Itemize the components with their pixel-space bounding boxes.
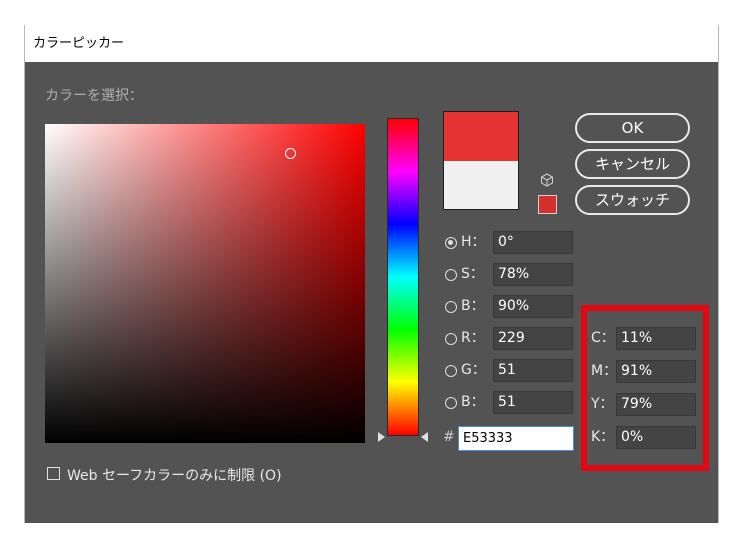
brightness-label: B： [461,298,485,314]
radio-green[interactable] [445,365,457,377]
window-bottom-strip [24,523,717,545]
swatch-button[interactable]: スウォッチ [575,185,690,215]
saturation-input[interactable]: 78% [493,263,573,286]
radio-saturation[interactable] [445,269,457,281]
cube-icon[interactable] [540,173,554,187]
color-field-marker[interactable] [285,148,296,159]
select-color-label: カラーを選択： [45,88,143,104]
saturation-brightness-field[interactable] [45,124,365,443]
cmyk-highlight-box [581,305,709,471]
blue-label: B： [461,394,485,410]
radio-brightness[interactable] [445,301,457,313]
color-preview [443,111,519,210]
cancel-button[interactable]: キャンセル [575,149,690,179]
red-label: R： [461,330,485,346]
hue-label: H： [461,234,486,250]
new-color-swatch [444,112,518,161]
color-picker-dialog: カラーピッカー カラーを選択： OK キャンセル スウォッチ H： 0° S： … [24,25,719,523]
radio-red[interactable] [445,333,457,345]
window-title: カラーピッカー [33,36,125,51]
hex-input[interactable]: E53333 [458,426,574,451]
hue-slider[interactable] [387,118,419,436]
green-label: G： [461,362,486,378]
green-input[interactable]: 51 [493,359,573,382]
websafe-checkbox-label[interactable]: Web セーフカラーのみに制限 (O) [67,465,282,485]
red-input[interactable]: 229 [493,327,573,350]
radio-blue[interactable] [445,397,457,409]
brightness-input[interactable]: 90% [493,295,573,318]
hue-slider-right-arrow-icon[interactable] [421,432,428,442]
hue-input[interactable]: 0° [493,231,573,254]
title-bar: カラーピッカー [25,25,718,62]
blue-input[interactable]: 51 [493,391,573,414]
ok-button[interactable]: OK [575,113,690,143]
radio-hue[interactable] [445,237,457,249]
websafe-color-swatch[interactable] [538,195,557,214]
hex-prefix: # [443,429,455,445]
hue-slider-left-arrow-icon[interactable] [378,432,385,442]
websafe-checkbox[interactable] [47,467,60,480]
saturation-label: S： [461,266,484,282]
